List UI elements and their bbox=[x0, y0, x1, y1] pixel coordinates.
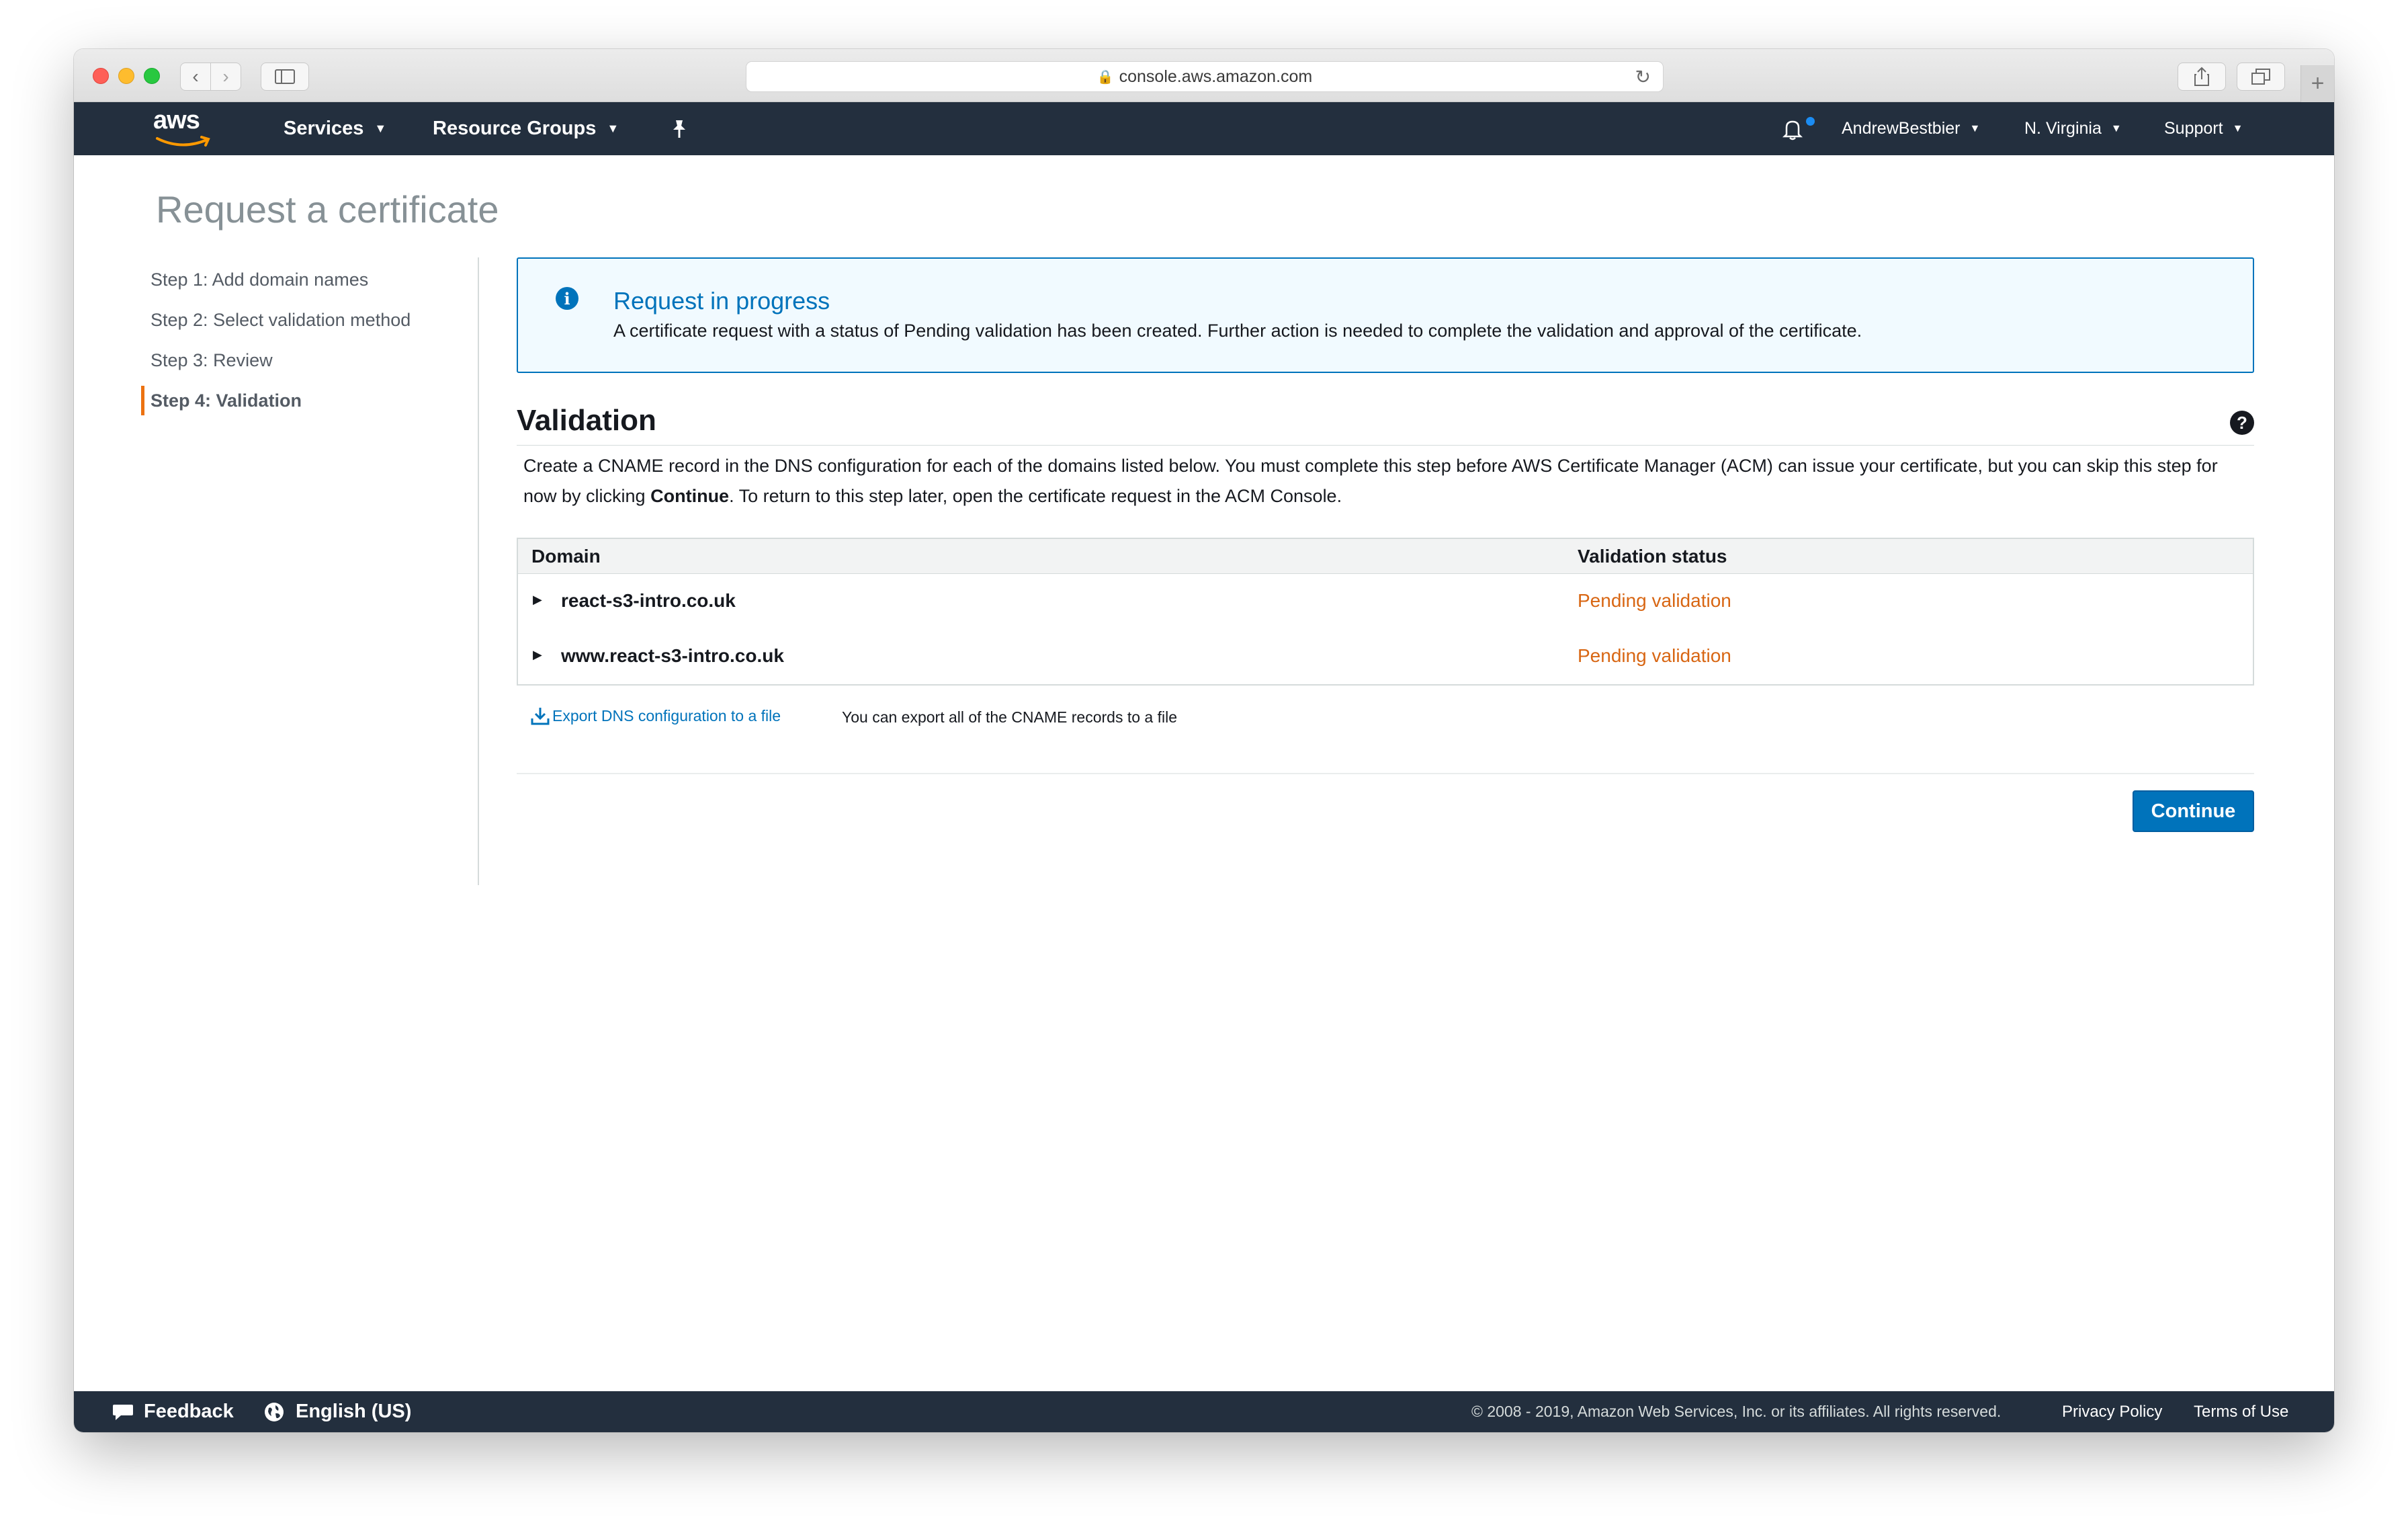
description-text-2: . To return to this step later, open the… bbox=[729, 486, 1342, 506]
privacy-policy-link[interactable]: Privacy Policy bbox=[2062, 1391, 2162, 1432]
request-in-progress-alert: i Request in progress A certificate requ… bbox=[517, 257, 2254, 373]
caret-down-icon: ▼ bbox=[1969, 122, 1981, 134]
export-dns-config-link[interactable]: Export DNS configuration to a file bbox=[531, 706, 781, 725]
caret-down-icon: ▼ bbox=[2232, 122, 2243, 134]
step-review[interactable]: Step 3: Review bbox=[141, 340, 477, 380]
account-menu[interactable]: AndrewBestbier ▼ bbox=[1842, 102, 1980, 155]
caret-down-icon: ▼ bbox=[374, 122, 387, 135]
region-name: N. Virginia bbox=[2024, 119, 2102, 138]
validation-description: Create a CNAME record in the DNS configu… bbox=[523, 451, 2243, 511]
caret-down-icon: ▼ bbox=[2110, 122, 2122, 134]
feedback-label: Feedback bbox=[144, 1401, 234, 1422]
chevron-right-icon: › bbox=[222, 66, 229, 87]
support-label: Support bbox=[2164, 119, 2223, 138]
support-menu[interactable]: Support ▼ bbox=[2164, 102, 2243, 155]
terms-of-use-link[interactable]: Terms of Use bbox=[2194, 1391, 2288, 1432]
info-icon: i bbox=[556, 287, 578, 310]
share-icon bbox=[2194, 67, 2209, 86]
region-menu[interactable]: N. Virginia ▼ bbox=[2024, 102, 2122, 155]
reload-icon[interactable]: ↻ bbox=[1635, 66, 1651, 88]
domain-validation-table: Domain Validation status ▶ react-s3-intr… bbox=[517, 538, 2254, 686]
validation-status: Pending validation bbox=[1578, 645, 1731, 666]
language-label: English (US) bbox=[296, 1401, 412, 1422]
address-bar[interactable]: 🔒 console.aws.amazon.com ↻ bbox=[746, 61, 1664, 92]
download-icon bbox=[531, 708, 550, 725]
expand-caret-icon[interactable]: ▶ bbox=[533, 593, 542, 607]
services-menu[interactable]: Services ▼ bbox=[284, 102, 386, 155]
aws-smile-icon bbox=[156, 136, 210, 147]
validation-status: Pending validation bbox=[1578, 590, 1731, 611]
table-row[interactable]: ▶ www.react-s3-intro.co.uk Pending valid… bbox=[518, 630, 2253, 686]
table-row[interactable]: ▶ react-s3-intro.co.uk Pending validatio… bbox=[518, 575, 2253, 630]
alert-text: A certificate request with a status of P… bbox=[613, 321, 1862, 341]
aws-logo-text: aws bbox=[153, 106, 200, 134]
steps-divider bbox=[478, 257, 479, 885]
step-add-domain-names[interactable]: Step 1: Add domain names bbox=[141, 259, 477, 300]
column-header-validation-status: Validation status bbox=[1578, 546, 1727, 567]
validation-title: Validation bbox=[517, 404, 656, 437]
language-selector[interactable]: English (US) bbox=[263, 1391, 411, 1432]
domain-name: react-s3-intro.co.uk bbox=[561, 590, 736, 611]
domain-name: www.react-s3-intro.co.uk bbox=[561, 645, 784, 666]
chevron-left-icon: ‹ bbox=[192, 66, 199, 87]
feedback-button[interactable]: Feedback bbox=[112, 1391, 234, 1432]
alert-title: Request in progress bbox=[613, 287, 830, 315]
notifications-button[interactable] bbox=[1780, 102, 1815, 155]
step-validation: Step 4: Validation bbox=[141, 386, 477, 415]
minimize-window-button[interactable] bbox=[118, 68, 134, 84]
export-link-label: Export DNS configuration to a file bbox=[552, 706, 781, 725]
pin-shortcuts-button[interactable] bbox=[671, 102, 688, 155]
export-help-text: You can export all of the CNAME records … bbox=[842, 708, 1178, 726]
notification-dot bbox=[1806, 117, 1815, 126]
services-label: Services bbox=[284, 118, 364, 139]
plus-icon: + bbox=[2311, 71, 2325, 96]
new-tab-button[interactable]: + bbox=[2300, 65, 2334, 102]
show-tabs-button[interactable] bbox=[2237, 63, 2285, 91]
table-header: Domain Validation status bbox=[518, 539, 2253, 574]
expand-caret-icon[interactable]: ▶ bbox=[533, 648, 542, 662]
resource-groups-label: Resource Groups bbox=[433, 118, 597, 139]
globe-icon bbox=[265, 1402, 284, 1421]
column-header-domain: Domain bbox=[531, 546, 601, 567]
tabs-icon bbox=[2251, 69, 2270, 85]
browser-toolbar: ‹ › 🔒 console.aws.amazon.com ↻ + bbox=[74, 49, 2334, 102]
aws-top-nav: aws Services ▼ Resource Groups ▼ AndrewB… bbox=[74, 102, 2334, 155]
resource-groups-menu[interactable]: Resource Groups ▼ bbox=[433, 102, 619, 155]
caret-down-icon: ▼ bbox=[607, 122, 619, 135]
copyright-text: © 2008 - 2019, Amazon Web Services, Inc.… bbox=[1471, 1403, 2002, 1420]
continue-button[interactable]: Continue bbox=[2133, 790, 2254, 832]
lock-icon: 🔒 bbox=[1096, 69, 1114, 85]
console-footer: Feedback English (US) © 2008 - 2019, Ama… bbox=[74, 1391, 2334, 1432]
sidebar-toggle-button[interactable] bbox=[261, 63, 309, 91]
wizard-steps: Step 1: Add domain names Step 2: Select … bbox=[141, 259, 477, 415]
account-name: AndrewBestbier bbox=[1842, 119, 1961, 138]
description-continue-emphasis: Continue bbox=[650, 486, 730, 506]
sidebar-icon bbox=[275, 69, 295, 84]
help-icon[interactable]: ? bbox=[2230, 411, 2254, 435]
section-divider bbox=[517, 773, 2254, 774]
aws-logo[interactable]: aws bbox=[153, 106, 214, 149]
forward-button[interactable]: › bbox=[210, 63, 241, 91]
step-select-validation-method[interactable]: Step 2: Select validation method bbox=[141, 300, 477, 340]
speech-bubble-icon bbox=[113, 1404, 133, 1420]
browser-window: ‹ › 🔒 console.aws.amazon.com ↻ + aws Ser… bbox=[74, 49, 2334, 1432]
page-title: Request a certificate bbox=[156, 188, 499, 231]
validation-section-header: Validation ? bbox=[517, 400, 2254, 446]
bell-icon bbox=[1782, 120, 1803, 140]
zoom-window-button[interactable] bbox=[144, 68, 160, 84]
url-text: console.aws.amazon.com bbox=[1119, 67, 1313, 86]
close-window-button[interactable] bbox=[93, 68, 109, 84]
share-button[interactable] bbox=[2178, 63, 2226, 91]
back-button[interactable]: ‹ bbox=[180, 63, 211, 91]
pin-icon bbox=[673, 120, 685, 138]
